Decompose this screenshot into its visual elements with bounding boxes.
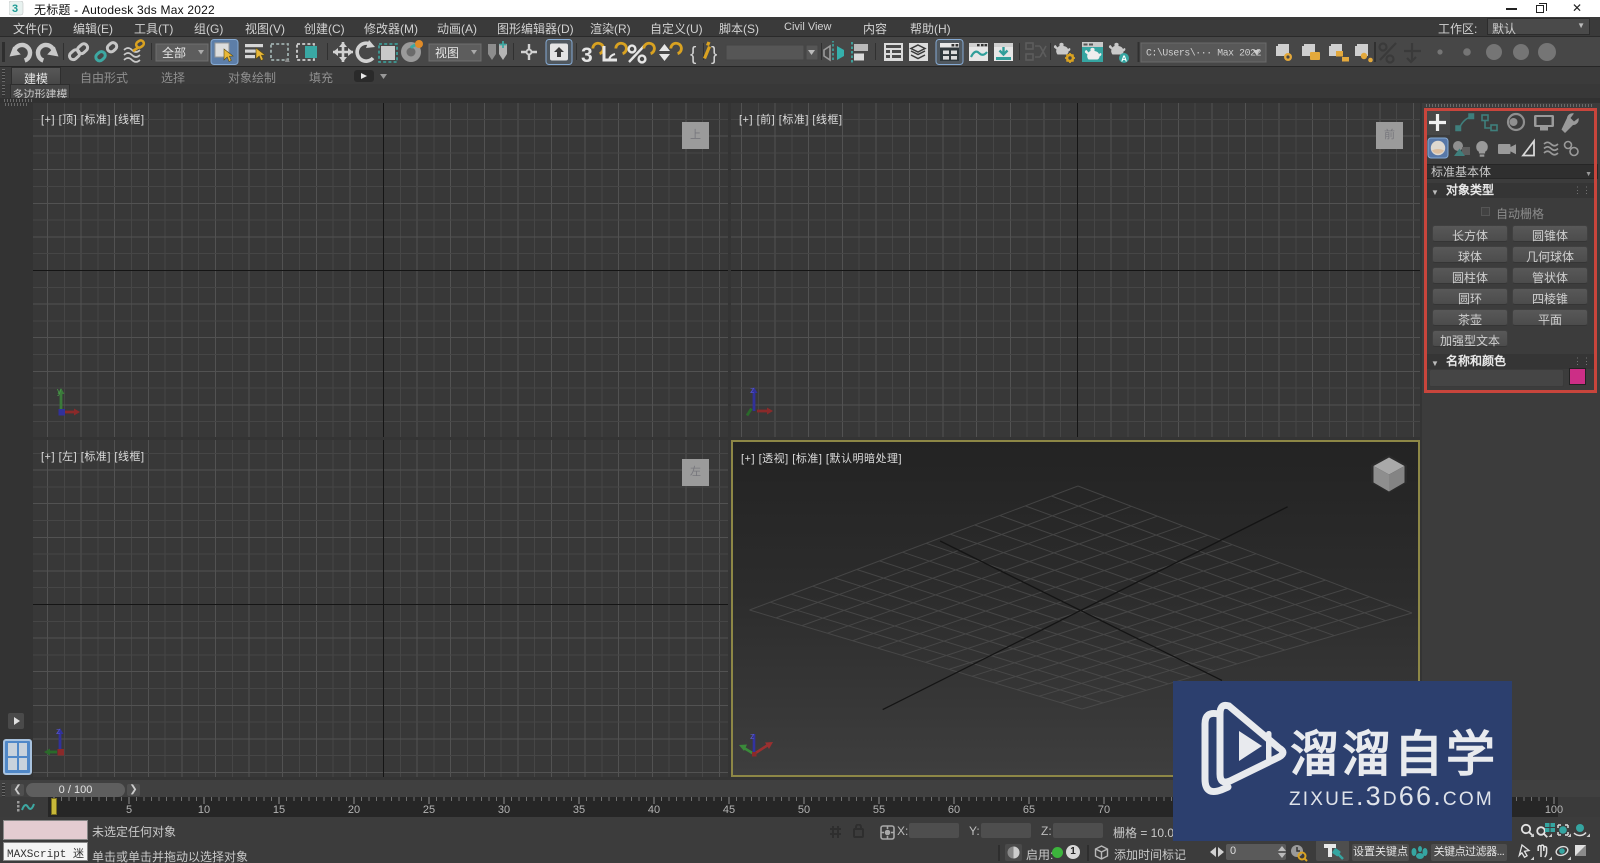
svg-text:zixue.3d66.com: zixue.3d66.com: [1289, 781, 1494, 811]
svg-text:溜溜自学: 溜溜自学: [1290, 728, 1498, 782]
svg-text:z: z: [750, 385, 755, 395]
svg-text:{: {: [690, 44, 697, 65]
svg-text:}: }: [711, 44, 717, 65]
svg-text:3: 3: [12, 3, 18, 15]
svg-text:全部: 全部: [162, 45, 186, 60]
svg-text:y: y: [57, 386, 62, 396]
svg-text:A: A: [1121, 54, 1127, 64]
svg-text:视图: 视图: [435, 45, 459, 60]
svg-text:C:\Users\··· Max 2022: C:\Users\··· Max 2022: [1146, 48, 1262, 59]
svg-text:3: 3: [581, 44, 593, 66]
svg-text:z: z: [750, 732, 755, 741]
svg-text:z: z: [56, 726, 61, 736]
